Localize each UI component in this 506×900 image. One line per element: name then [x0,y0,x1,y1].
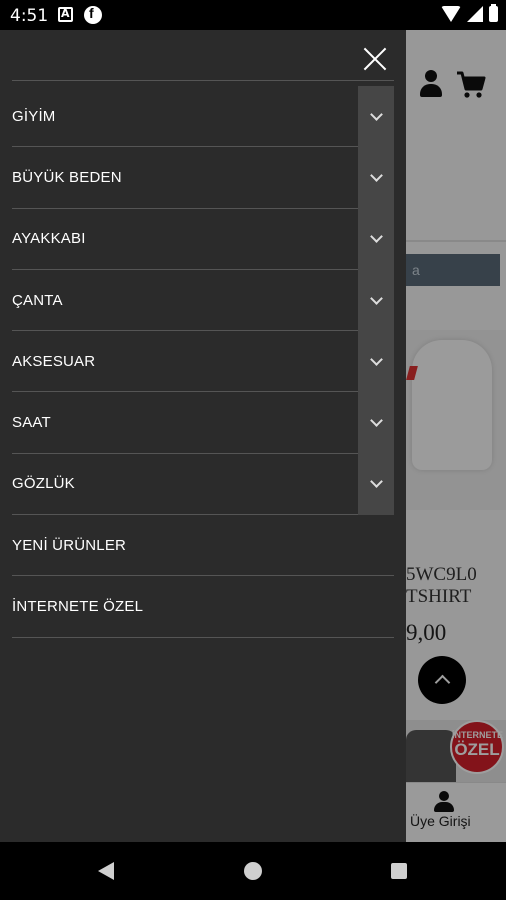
menu-item-label: SAAT [12,414,51,432]
menu-item-aksesuar[interactable]: AKSESUAR [12,331,394,393]
menu-item-canta[interactable]: ÇANTA [12,269,394,332]
close-button[interactable] [358,42,392,76]
wifi-icon [441,6,461,22]
chevron-down-icon [369,230,383,244]
category-menu: GİYİM BÜYÜK BEDEN AYAKKABI ÇANTA AKSESUA… [12,86,394,638]
menu-item-label: BÜYÜK BEDEN [12,168,122,186]
drawer-divider [12,80,394,81]
recents-icon[interactable] [391,863,407,879]
menu-item-label: AKSESUAR [12,352,96,370]
menu-item-label: İNTERNETE ÖZEL [12,598,144,616]
menu-item-internete-ozel[interactable]: İNTERNETE ÖZEL [12,576,394,638]
navigation-drawer: GİYİM BÜYÜK BEDEN AYAKKABI ÇANTA AKSESUA… [0,30,406,842]
expand-button[interactable] [358,147,394,209]
system-nav-bar [0,842,506,900]
battery-icon [489,4,498,22]
chevron-down-icon [369,414,383,427]
signal-icon [467,6,483,22]
expand-button[interactable] [358,208,394,270]
home-icon[interactable] [244,862,262,880]
chevron-down-icon [369,475,383,489]
menu-item-label: ÇANTA [12,291,63,309]
expand-button[interactable] [358,269,394,332]
chevron-down-icon [369,107,383,121]
back-icon[interactable] [98,862,114,880]
scrim-overlay[interactable] [406,30,506,842]
menu-item-label: AYAKKABI [12,230,86,248]
expand-button[interactable] [358,453,394,516]
menu-item-giyim[interactable]: GİYİM [12,86,394,148]
notification-f-icon [84,5,102,24]
status-bar: 4:51 [0,0,506,30]
status-indicators [441,4,498,22]
chevron-down-icon [369,169,383,182]
menu-item-label: GİYİM [12,107,56,125]
menu-item-label: YENİ ÜRÜNLER [12,536,127,554]
status-time: 4:51 [10,6,49,26]
menu-item-label: GÖZLÜK [12,475,75,493]
menu-item-ayakkabi[interactable]: AYAKKABI [12,208,394,270]
menu-item-buyuk-beden[interactable]: BÜYÜK BEDEN [12,147,394,209]
expand-button[interactable] [358,86,394,148]
expand-button[interactable] [358,331,394,393]
menu-item-gozluk[interactable]: GÖZLÜK [12,453,394,516]
menu-item-yeni-urunler[interactable]: YENİ ÜRÜNLER [12,515,394,577]
notification-a-icon [58,7,73,22]
menu-item-saat[interactable]: SAAT [12,392,394,454]
chevron-down-icon [369,291,383,305]
expand-button[interactable] [358,392,394,454]
chevron-down-icon [369,352,383,366]
